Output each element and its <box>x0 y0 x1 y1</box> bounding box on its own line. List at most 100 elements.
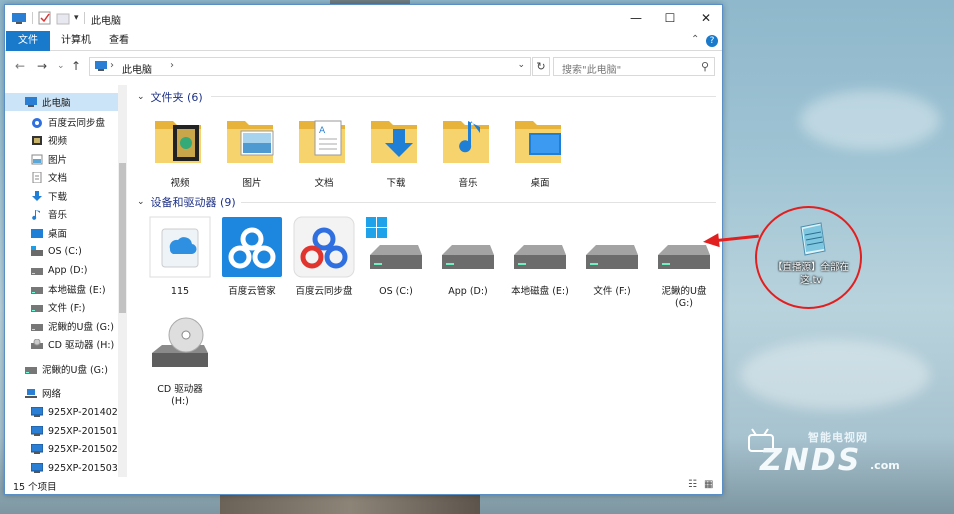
address-bar[interactable]: › 此电脑 › ⌄ <box>89 57 531 76</box>
documents-icon <box>32 171 42 183</box>
close-button[interactable]: ✕ <box>689 5 723 31</box>
pc-icon <box>12 12 26 24</box>
device-item[interactable]: 泥鳅的U盘 (G:) <box>649 215 719 310</box>
breadcrumb-pc[interactable]: 此电脑 <box>122 61 152 76</box>
devices-group-header[interactable]: ⌄ 设备和驱动器 (9) <box>137 194 236 210</box>
device-label-line1: 百度云同步盘 <box>295 286 353 297</box>
device-label-line1: OS (C:) <box>379 286 413 297</box>
search-input[interactable]: 搜索"此电脑" ⚲ <box>553 57 715 76</box>
pc-icon <box>95 61 107 71</box>
tab-view[interactable]: 查看 <box>101 31 137 51</box>
folder-label: 音乐 <box>458 178 478 189</box>
collapse-chevron-icon[interactable]: ⌄ <box>137 197 145 207</box>
sidebar-item[interactable]: App (D:) <box>5 261 119 279</box>
sidebar-item[interactable]: 桌面 <box>5 224 119 242</box>
sidebar-item[interactable]: 925XP-2015010 <box>5 422 124 440</box>
large-icons-view-icon[interactable]: ▦ <box>704 479 713 490</box>
breadcrumb-chevron-icon[interactable]: › <box>170 60 174 71</box>
recent-locations-icon[interactable]: ⌄ <box>57 61 65 71</box>
sidebar-item[interactable]: 图片 <box>5 150 119 168</box>
cd-drive-icon <box>152 317 208 367</box>
hard-drive-icon <box>442 245 494 269</box>
folder-item[interactable]: 下载 <box>365 113 427 189</box>
refresh-button[interactable]: ↻ <box>532 57 550 76</box>
nav-scrollbar-thumb[interactable] <box>119 163 126 313</box>
collapse-chevron-icon[interactable]: ⌄ <box>137 92 145 102</box>
sidebar-item[interactable]: 925XP-2014022 <box>5 403 124 421</box>
sidebar-item-label: 网络 <box>42 389 62 400</box>
background-cloud <box>740 340 930 410</box>
hard-drive-icon <box>514 245 566 269</box>
sidebar-item-label: 文件 (F:) <box>48 303 86 314</box>
new-folder-icon[interactable] <box>56 11 70 25</box>
sidebar-item[interactable]: 此电脑 <box>5 93 119 111</box>
sidebar-item[interactable]: 文档 <box>5 168 119 186</box>
sidebar-item[interactable]: CD 驱动器 (H:) <box>5 335 119 353</box>
sidebar-item[interactable]: 泥鳅的U盘 (G:) <box>5 317 119 335</box>
device-label-line1: 文件 (F:) <box>593 286 631 297</box>
pictures-icon <box>31 154 43 164</box>
computer-icon <box>31 462 43 473</box>
cd-drive-icon <box>31 338 43 349</box>
folder-label: 下载 <box>386 178 406 189</box>
sidebar-item[interactable]: 视频 <box>5 131 119 149</box>
device-item[interactable]: 115 <box>145 215 215 298</box>
customize-toolbar-icon[interactable]: ▾ <box>74 13 79 23</box>
breadcrumb-separator: › <box>110 60 114 71</box>
desktop-file[interactable]: 【直播源】全部在这.tv <box>767 219 855 287</box>
folder-item[interactable]: 音乐 <box>437 113 499 189</box>
device-item[interactable]: 百度云同步盘 <box>289 215 359 298</box>
sidebar-item[interactable]: 本地磁盘 (E:) <box>5 280 119 298</box>
device-item[interactable]: OS (C:) <box>361 215 431 298</box>
sidebar-item[interactable]: 下载 <box>5 187 119 205</box>
folder-item[interactable]: A 文档 <box>293 113 355 189</box>
folder-item[interactable]: 桌面 <box>509 113 571 189</box>
nav-scrollbar[interactable] <box>118 85 127 477</box>
baidu-cloud-manager-icon <box>222 217 282 277</box>
desktop-folder-icon <box>515 121 561 163</box>
maximize-button[interactable]: ☐ <box>653 5 687 31</box>
up-arrow-icon[interactable]: ↑ <box>71 59 81 73</box>
documents-folder-icon: A <box>299 120 345 163</box>
folder-item[interactable]: 图片 <box>221 113 283 189</box>
back-arrow-icon[interactable]: ← <box>15 59 25 73</box>
device-item[interactable]: 百度云管家 <box>217 215 287 298</box>
sidebar-item[interactable]: OS (C:) <box>5 242 119 260</box>
sidebar-item[interactable]: 925XP-2015031 <box>5 459 124 477</box>
device-item[interactable]: App (D:) <box>433 215 503 298</box>
sidebar-item[interactable]: 文件 (F:) <box>5 298 119 316</box>
tab-computer[interactable]: 计算机 <box>55 31 97 51</box>
device-item[interactable]: 文件 (F:) <box>577 215 647 298</box>
device-item[interactable]: 本地磁盘 (E:) <box>505 215 575 298</box>
forward-arrow-icon[interactable]: → <box>37 59 47 73</box>
device-label-line2: (H:) <box>171 396 189 407</box>
background-cloud <box>800 90 940 150</box>
annotation-arrow <box>716 234 759 242</box>
folders-group-header[interactable]: ⌄ 文件夹 (6) <box>137 89 203 105</box>
address-dropdown-icon[interactable]: ⌄ <box>517 60 525 70</box>
device-label: CD 驱动器 (H:) <box>145 384 215 408</box>
properties-icon[interactable] <box>38 11 52 25</box>
tab-file[interactable]: 文件 <box>6 31 50 51</box>
usb-drive-icon <box>31 323 43 331</box>
sidebar-item[interactable]: 925XP-2015020 <box>5 440 124 458</box>
sidebar-item[interactable]: 泥鳅的U盘 (G:) <box>5 360 119 378</box>
sidebar-item[interactable]: 百度云同步盘 <box>5 113 119 131</box>
watermark-suffix: .com <box>870 459 900 472</box>
sidebar-item-label: 泥鳅的U盘 (G:) <box>48 322 114 333</box>
minimize-button[interactable]: — <box>619 5 653 31</box>
expand-ribbon-icon[interactable]: ⌃ <box>691 34 699 45</box>
device-item[interactable]: CD 驱动器 (H:) <box>145 313 215 408</box>
sidebar-item-label: 925XP-2014022 <box>48 406 124 418</box>
folder-item[interactable]: 视频 <box>149 113 211 189</box>
sidebar-item[interactable]: 音乐 <box>5 205 119 223</box>
device-label: 文件 (F:) <box>577 286 647 298</box>
pictures-folder-icon <box>227 121 274 163</box>
video-folder-icon <box>155 121 201 163</box>
sidebar-item[interactable]: 网络 <box>5 384 119 402</box>
device-label: OS (C:) <box>361 286 431 298</box>
details-view-icon[interactable]: ☷ <box>688 479 697 490</box>
help-icon[interactable]: ? <box>706 35 718 47</box>
toolbar-divider <box>83 12 85 24</box>
item-count: 15 个项目 <box>13 482 57 493</box>
